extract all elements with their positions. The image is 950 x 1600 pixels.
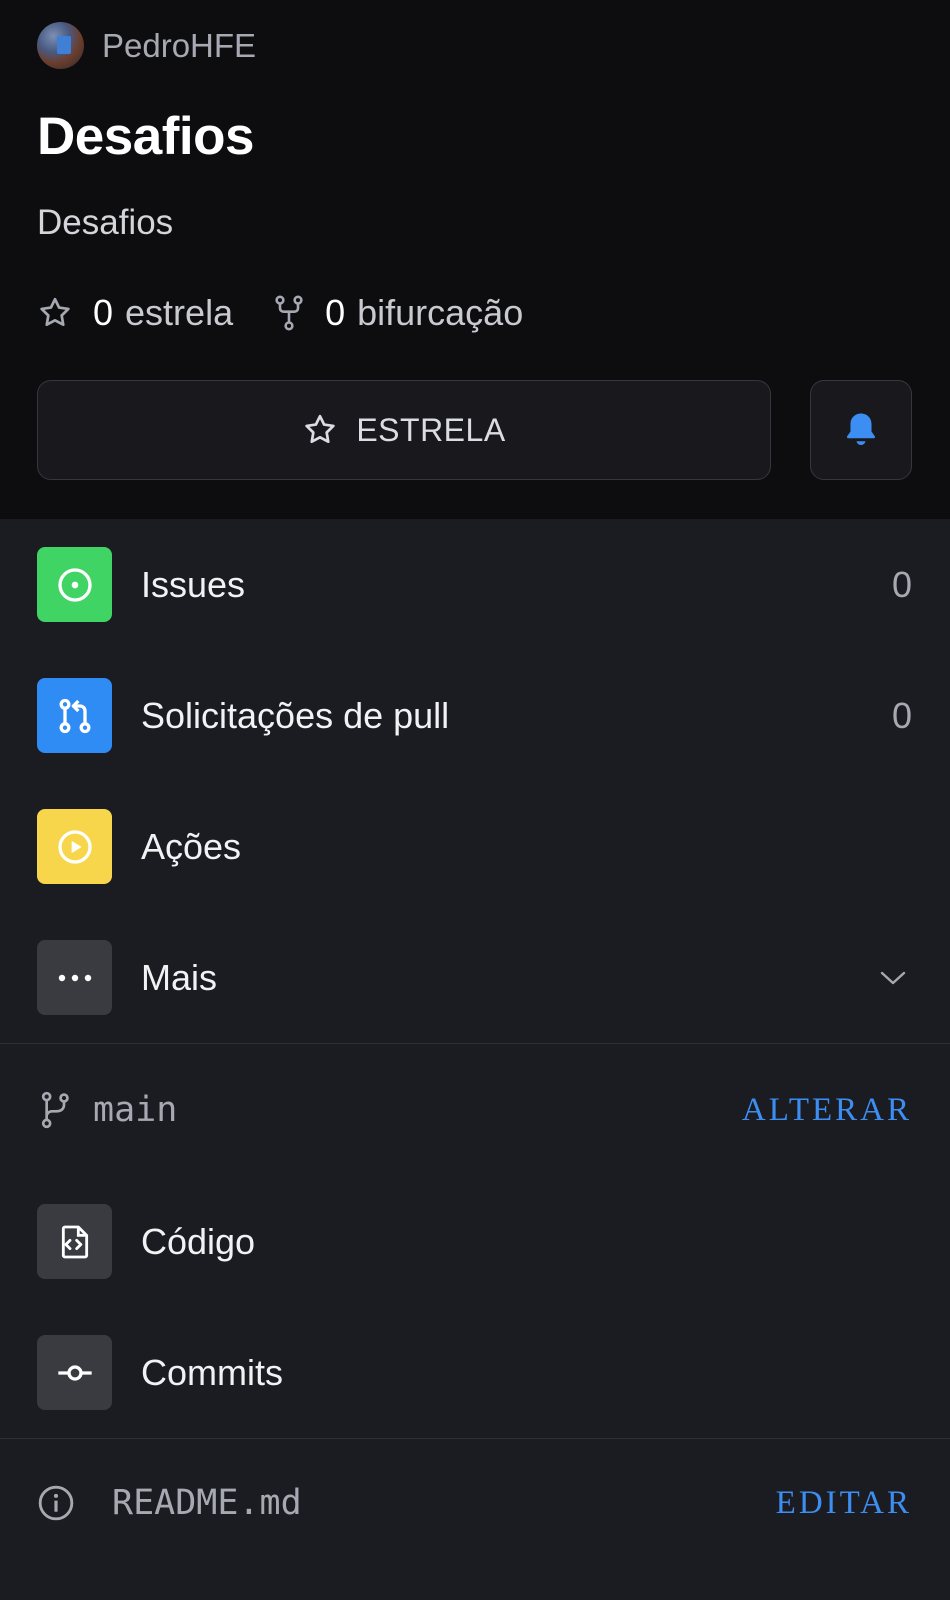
issues-tile — [37, 547, 112, 622]
menu-item-label: Issues — [141, 563, 246, 605]
page-title: Desafios — [37, 107, 254, 166]
stars-stat[interactable]: 0 estrela — [37, 292, 233, 334]
star-icon — [40, 297, 70, 327]
forks-stat[interactable]: 0 bifurcação — [273, 292, 523, 334]
git-branch-icon — [41, 1091, 69, 1129]
file-code-icon — [61, 1225, 88, 1258]
stars-count: 0 — [93, 292, 114, 333]
star-icon — [305, 414, 336, 444]
stars-label: estrela — [125, 292, 234, 333]
kebab-horizontal-icon — [58, 974, 91, 981]
more-tile — [37, 940, 112, 1015]
star-button-label: ESTRELA — [356, 411, 506, 448]
readme-row: README.md EDITAR — [0, 1439, 950, 1567]
repo-menu: Issues 0 Solicitações de pull 0 Ações Ma… — [0, 519, 950, 1567]
menu-item-label: Commits — [141, 1351, 283, 1393]
repo-owner[interactable]: PedroHFE — [37, 22, 256, 69]
code-tile — [37, 1204, 112, 1279]
avatar[interactable] — [37, 22, 84, 69]
branch-name: main — [93, 1090, 178, 1130]
chevron-down-icon[interactable] — [878, 968, 908, 988]
commits-tile — [37, 1335, 112, 1410]
info-icon — [38, 1485, 74, 1521]
menu-item-label: Mais — [141, 956, 218, 998]
actions-tile — [37, 809, 112, 884]
repo-header: PedroHFE Desafios Desafios 0 estrela 0 b… — [0, 0, 950, 519]
pull-requests-tile — [37, 678, 112, 753]
forks-label: bifurcação — [357, 292, 524, 333]
git-commit-icon — [57, 1364, 92, 1381]
edit-readme-button[interactable]: EDITAR — [776, 1485, 912, 1522]
branch-selector: main ALTERAR — [0, 1044, 950, 1176]
issues-count: 0 — [891, 563, 912, 605]
forks-count: 0 — [325, 292, 346, 333]
watch-button[interactable] — [810, 380, 912, 480]
star-button[interactable]: ESTRELA — [37, 380, 771, 480]
menu-item-label: Solicitações de pull — [141, 694, 450, 736]
change-branch-button[interactable]: ALTERAR — [742, 1092, 912, 1129]
menu-item-actions[interactable]: Ações — [0, 781, 950, 912]
bell-icon — [846, 413, 876, 445]
menu-item-pull-requests[interactable]: Solicitações de pull 0 — [0, 650, 950, 781]
issue-opened-icon — [57, 567, 92, 602]
menu-item-issues[interactable]: Issues 0 — [0, 519, 950, 650]
repo-stats: 0 estrela 0 bifurcação — [37, 292, 563, 334]
readme-filename: README.md — [112, 1483, 302, 1523]
menu-item-label: Código — [141, 1220, 256, 1262]
pull-requests-count: 0 — [891, 694, 912, 736]
owner-name[interactable]: PedroHFE — [102, 27, 256, 65]
git-pull-request-icon — [59, 698, 90, 733]
menu-item-label: Ações — [141, 825, 242, 867]
menu-item-more[interactable]: Mais — [0, 912, 950, 1043]
menu-item-commits[interactable]: Commits — [0, 1307, 950, 1438]
repo-forked-icon — [275, 295, 303, 331]
repo-description: Desafios — [37, 203, 174, 242]
menu-item-code[interactable]: Código — [0, 1176, 950, 1307]
play-icon — [57, 829, 92, 864]
